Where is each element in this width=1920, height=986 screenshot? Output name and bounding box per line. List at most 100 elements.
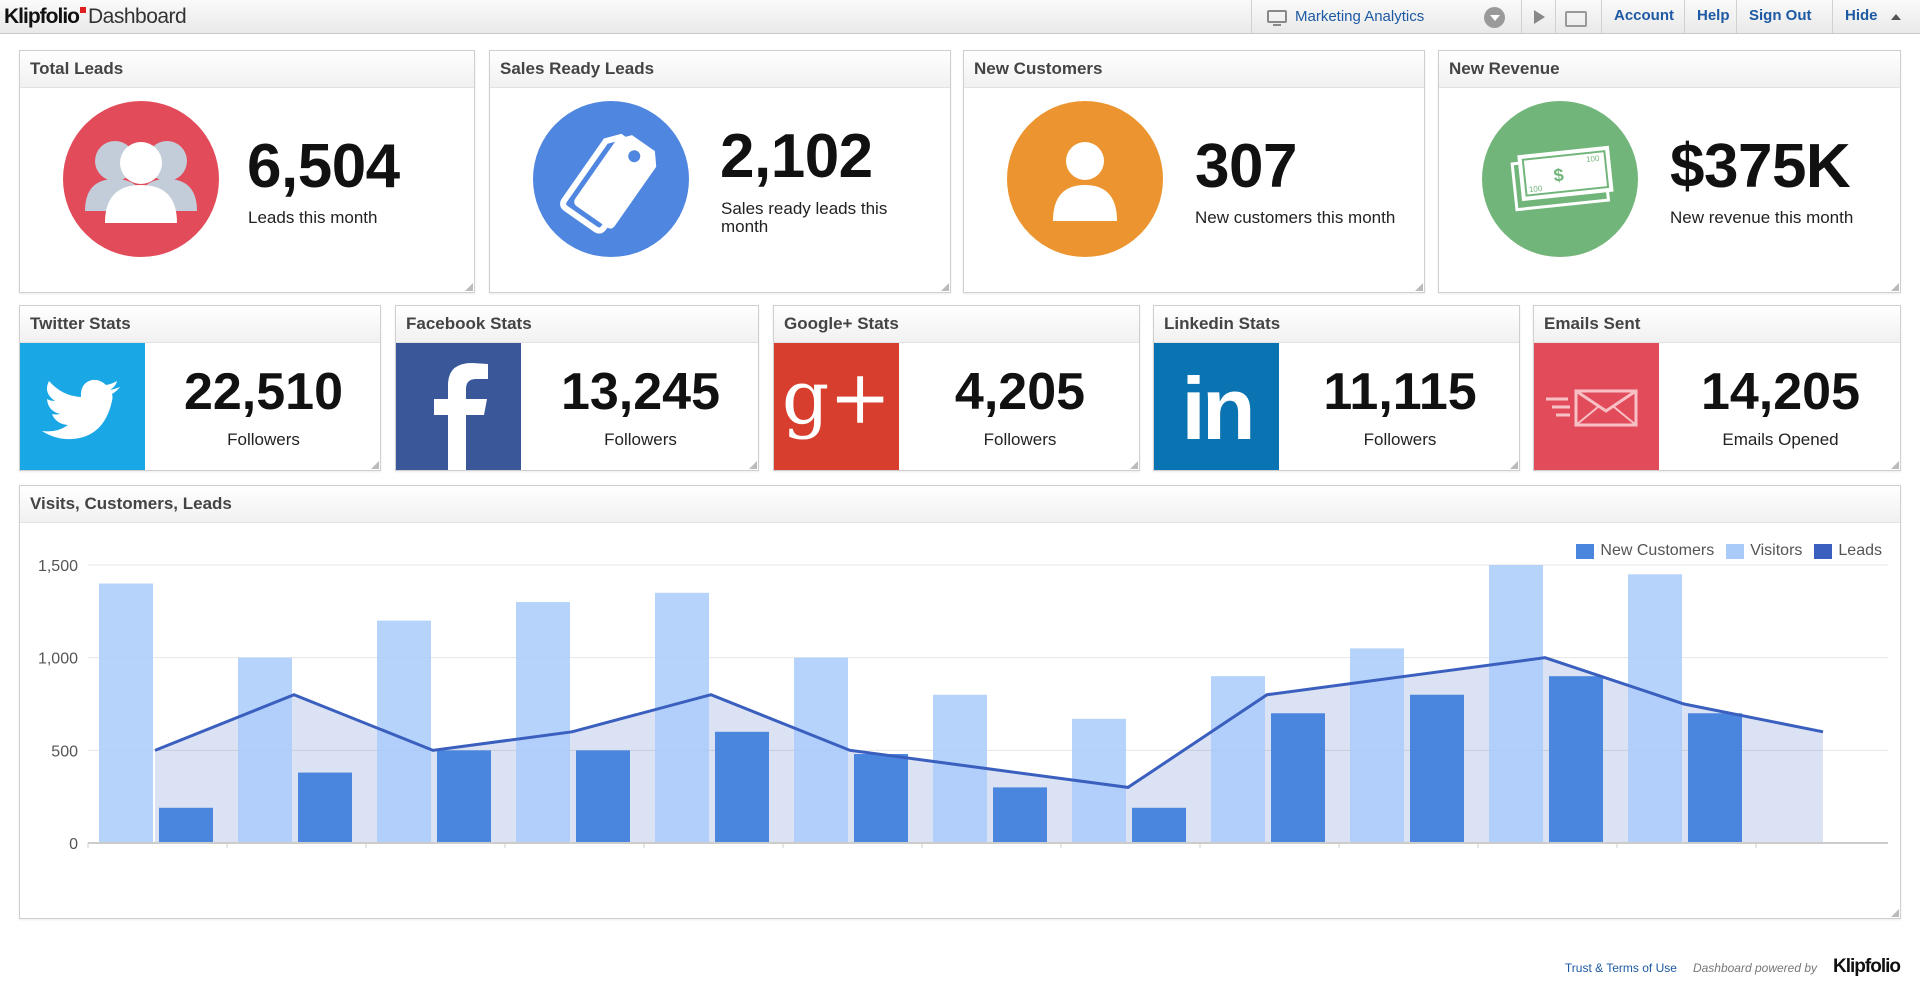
panel-title: Twitter Stats bbox=[20, 306, 380, 343]
kpi-label: Sales ready leads this month bbox=[721, 199, 888, 236]
resize-handle[interactable] bbox=[1130, 461, 1138, 469]
new-customers-bar bbox=[993, 787, 1047, 843]
new-customers-bar bbox=[1132, 807, 1186, 843]
kpi-value: 307 bbox=[1195, 132, 1297, 201]
dashboard-selector[interactable]: Marketing Analytics bbox=[1251, 0, 1493, 33]
resize-handle[interactable] bbox=[941, 283, 949, 291]
social-label: Emails Opened bbox=[1722, 430, 1839, 449]
resize-handle[interactable] bbox=[371, 461, 379, 469]
social-value: 13,245 bbox=[560, 363, 721, 421]
y-tick-label: 1,000 bbox=[38, 651, 78, 668]
emails-sent-panel: Emails Sent 14,205 Emails Opened bbox=[1533, 305, 1901, 471]
envelope-icon bbox=[1534, 343, 1659, 470]
bill-denomination: 100 bbox=[1586, 154, 1601, 164]
panel-title: Facebook Stats bbox=[396, 306, 758, 343]
powered-by-text: Dashboard powered by bbox=[1692, 961, 1818, 975]
dashboard-name: Marketing Analytics bbox=[1295, 8, 1425, 25]
tag-icon bbox=[533, 101, 689, 257]
resize-handle[interactable] bbox=[1891, 283, 1899, 291]
visitors-bar bbox=[1489, 565, 1543, 843]
bill-denomination: 100 bbox=[1528, 184, 1543, 194]
visitors-bar bbox=[1628, 574, 1682, 843]
kpi-label: New customers this month bbox=[1195, 208, 1396, 227]
new-customers-bar bbox=[1549, 676, 1603, 843]
resize-handle[interactable] bbox=[1891, 461, 1899, 469]
social-value: 22,510 bbox=[183, 363, 344, 421]
kpi-label: Leads this month bbox=[248, 208, 378, 227]
visitors-bar bbox=[238, 657, 292, 843]
brand-logo[interactable]: Klipfolio Dashboard bbox=[4, 5, 187, 29]
panel-title: New Revenue bbox=[1439, 51, 1900, 88]
visitors-bar bbox=[516, 602, 570, 843]
new-customers-bar bbox=[715, 731, 769, 843]
bill-symbol: $ bbox=[1553, 165, 1565, 186]
linkedin-icon: in bbox=[1154, 343, 1279, 470]
chart-plot: 0 500 1,000 1,500 bbox=[38, 558, 1888, 853]
hide-link[interactable]: Hide bbox=[1832, 0, 1890, 33]
new-customers-bar bbox=[1688, 713, 1742, 843]
panel-title: Google+ Stats bbox=[774, 306, 1139, 343]
social-value: 4,205 bbox=[954, 363, 1086, 421]
visitors-bar bbox=[794, 657, 848, 843]
twitter-icon bbox=[20, 343, 145, 470]
kpi-value: 6,504 bbox=[247, 132, 400, 201]
social-value: 11,115 bbox=[1323, 363, 1477, 421]
visitors-bar bbox=[655, 592, 709, 843]
brand-mark-icon bbox=[79, 7, 86, 13]
kpi-value: 2,102 bbox=[720, 122, 873, 191]
panel-title: Linkedin Stats bbox=[1154, 306, 1519, 343]
money-icon: $ 100 100 bbox=[1482, 101, 1638, 257]
new-customers-bar bbox=[1271, 713, 1325, 843]
resize-handle[interactable] bbox=[749, 461, 757, 469]
user-icon bbox=[1007, 101, 1163, 257]
sign-out-link[interactable]: Sign Out bbox=[1736, 0, 1824, 33]
social-label: Followers bbox=[227, 430, 300, 449]
terms-link[interactable]: Trust & Terms of Use bbox=[1565, 961, 1677, 975]
new-customers-bar bbox=[298, 772, 352, 843]
monitor-icon bbox=[1267, 10, 1287, 26]
kpi-value: $375K bbox=[1670, 132, 1851, 201]
total-leads-panel: Total Leads 6,504 Leads this month bbox=[19, 50, 475, 293]
brand-product: Dashboard bbox=[87, 5, 187, 28]
new-customers-bar bbox=[437, 750, 491, 843]
twitter-stats-panel: Twitter Stats 22,510 Followers bbox=[19, 305, 381, 471]
panel-title: Sales Ready Leads bbox=[490, 51, 950, 88]
new-customers-bar bbox=[1410, 694, 1464, 843]
new-customers-bar bbox=[159, 807, 213, 843]
play-icon[interactable] bbox=[1521, 0, 1555, 33]
facebook-stats-panel: Facebook Stats 13,245 Followers bbox=[395, 305, 759, 471]
chevron-up-icon[interactable] bbox=[1891, 14, 1901, 20]
google-plus-icon: g+ bbox=[774, 343, 899, 470]
new-customers-bar bbox=[576, 750, 630, 843]
top-bar: Klipfolio Dashboard Marketing Analytics … bbox=[0, 0, 1920, 34]
social-label: Followers bbox=[983, 430, 1057, 449]
panel-title: New Customers bbox=[964, 51, 1424, 88]
slideshow-icon[interactable] bbox=[1555, 0, 1590, 33]
y-tick-label: 1,500 bbox=[38, 558, 78, 575]
resize-handle[interactable] bbox=[1891, 909, 1899, 917]
new-customers-bar bbox=[854, 754, 908, 843]
chevron-down-icon[interactable] bbox=[1484, 7, 1505, 28]
facebook-icon bbox=[396, 343, 521, 470]
y-tick-label: 500 bbox=[51, 743, 78, 760]
footer-logo[interactable]: Klipfolio bbox=[1833, 956, 1901, 978]
resize-handle[interactable] bbox=[1510, 461, 1518, 469]
panel-title: Visits, Customers, Leads bbox=[20, 486, 1900, 523]
resize-handle[interactable] bbox=[1415, 283, 1423, 291]
new-revenue-panel: New Revenue $ 100 100 $375K New revenue … bbox=[1438, 50, 1901, 293]
sales-ready-leads-panel: Sales Ready Leads 2,102 Sales ready lead… bbox=[489, 50, 951, 293]
account-link[interactable]: Account bbox=[1601, 0, 1686, 33]
panel-title: Total Leads bbox=[20, 51, 474, 88]
new-customers-panel: New Customers 307 New customers this mon… bbox=[963, 50, 1425, 293]
visits-customers-leads-panel: Visits, Customers, Leads New Customers V… bbox=[19, 485, 1901, 919]
brand-name: Klipfolio bbox=[4, 5, 80, 28]
panel-title: Emails Sent bbox=[1534, 306, 1900, 343]
social-label: Followers bbox=[1363, 430, 1437, 449]
y-tick-label: 0 bbox=[69, 836, 78, 853]
social-value: 14,205 bbox=[1700, 363, 1861, 421]
linkedin-stats-panel: Linkedin Stats in 11,115 Followers bbox=[1153, 305, 1520, 471]
social-label: Followers bbox=[604, 430, 677, 449]
kpi-label: New revenue this month bbox=[1670, 208, 1854, 227]
resize-handle[interactable] bbox=[465, 283, 473, 291]
help-link[interactable]: Help bbox=[1684, 0, 1742, 33]
